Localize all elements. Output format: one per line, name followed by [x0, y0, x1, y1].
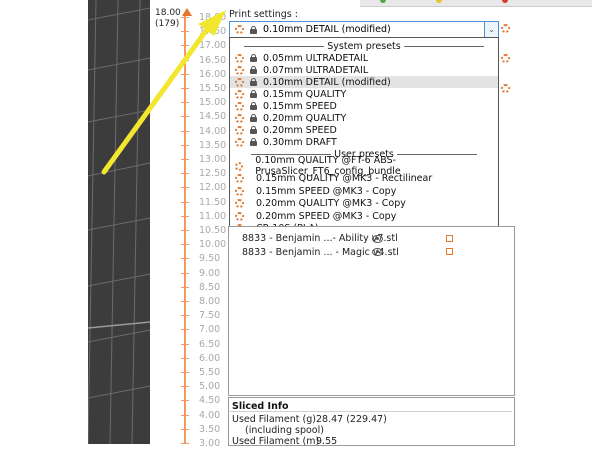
annotation-arrow	[101, 10, 226, 175]
